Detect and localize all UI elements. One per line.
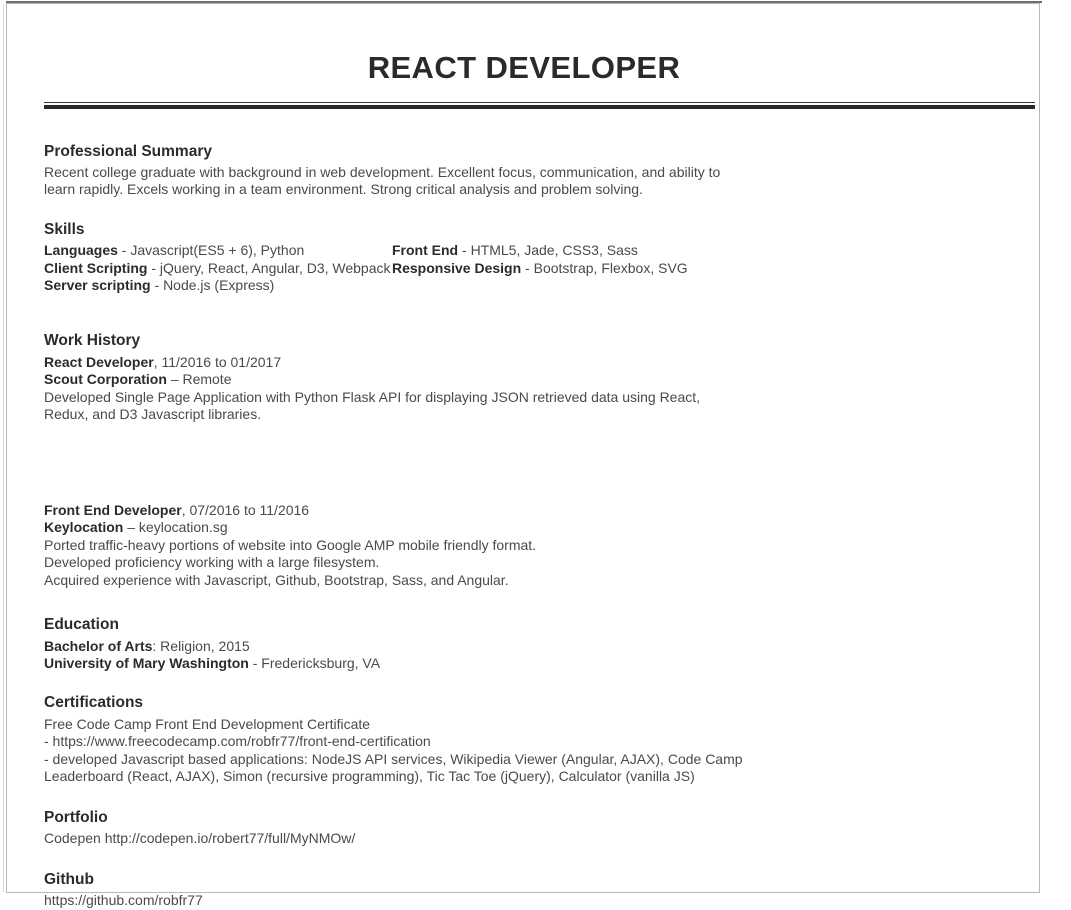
section-skills: Skills Languages - Javascript(ES5 + 6), … xyxy=(44,220,1011,310)
job-company-line: Keylocation – keylocation.sg xyxy=(44,519,1011,537)
title-divider xyxy=(44,101,1035,110)
github-link-text: https://github.com/robfr77 xyxy=(44,892,203,909)
job-description: Developed Single Page Application with P… xyxy=(44,388,701,423)
work-history-spacer xyxy=(44,424,1011,502)
section-heading-education: Education xyxy=(44,616,119,634)
certification-item: Free Code Camp Front End Development Cer… xyxy=(44,715,371,732)
skill-value: Node.js (Express) xyxy=(163,277,275,294)
skill-separator: - xyxy=(117,242,131,259)
skill-value: Bootstrap, Flexbox, SVG xyxy=(533,259,688,276)
education-school-value: - Fredericksburg, VA xyxy=(248,655,381,672)
certifications-list: Free Code Camp Front End Development Cer… xyxy=(44,716,1011,786)
skill-row: Front End - HTML5, Jade, CSS3, Sass xyxy=(392,242,812,260)
job-bullet: Ported traffic-heavy portions of website… xyxy=(44,536,537,553)
resume-content: Professional Summary Recent college grad… xyxy=(7,142,1041,910)
job-company-line: Scout Corporation – Remote xyxy=(44,371,1011,389)
education-degree-line: Bachelor of Arts: Religion, 2015 xyxy=(44,638,1011,656)
job-location: – Remote xyxy=(166,371,232,388)
section-heading-portfolio: Portfolio xyxy=(44,808,108,826)
certification-item: - developed Javascript based application… xyxy=(44,750,743,785)
job-location: – keylocation.sg xyxy=(123,519,228,536)
skill-label: Responsive Design xyxy=(392,259,522,276)
section-github: Github https://github.com/robfr77 xyxy=(44,870,1011,910)
section-portfolio: Portfolio Codepen http://codepen.io/robe… xyxy=(44,808,1011,848)
resume-sheet: REACT DEVELOPER Professional Summary Rec… xyxy=(7,4,1041,908)
skill-separator: - xyxy=(521,259,534,276)
job-role: Front End Developer xyxy=(44,501,182,518)
job-role-line: Front End Developer, 07/2016 to 11/2016 xyxy=(44,502,1011,520)
skill-row: Languages - Javascript(ES5 + 6), Python xyxy=(44,242,394,260)
section-certifications: Certifications Free Code Camp Front End … xyxy=(44,693,1011,786)
skill-value: jQuery, React, Angular, D3, Webpack xyxy=(159,259,391,276)
page-title: REACT DEVELOPER xyxy=(367,50,681,85)
education-degree-label: Bachelor of Arts xyxy=(44,637,153,654)
skill-separator: - xyxy=(458,242,471,259)
certification-item: - https://www.freecodecamp.com/robfr77/f… xyxy=(44,733,431,750)
job-company: Keylocation xyxy=(44,519,124,536)
education-degree-value: : Religion, 2015 xyxy=(152,637,250,654)
section-heading-certifications: Certifications xyxy=(44,693,144,711)
section-heading-professional-summary: Professional Summary xyxy=(44,142,212,160)
skill-row: Server scripting - Node.js (Express) xyxy=(44,277,394,295)
divider-thin-line xyxy=(44,101,1035,103)
job-role-line: React Developer, 11/2016 to 01/2017 xyxy=(44,354,1011,372)
education-school-label: University of Mary Washington xyxy=(44,655,249,672)
work-history-entry: Front End Developer, 07/2016 to 11/2016 … xyxy=(44,502,1011,590)
divider-thick-line xyxy=(44,104,1035,109)
section-professional-summary: Professional Summary Recent college grad… xyxy=(44,142,1011,199)
job-role: React Developer xyxy=(44,353,154,370)
portfolio-link-text: Codepen http://codepen.io/robert77/full/… xyxy=(44,830,356,847)
job-bullet: Developed proficiency working with a lar… xyxy=(44,554,380,571)
skill-row: Client Scripting - jQuery, React, Angula… xyxy=(44,260,394,278)
section-work-history: Work History React Developer, 11/2016 to… xyxy=(44,331,1011,589)
job-company: Scout Corporation xyxy=(44,371,167,388)
skill-separator: - xyxy=(150,277,164,294)
skill-label: Client Scripting xyxy=(44,259,148,276)
skill-value: HTML5, Jade, CSS3, Sass xyxy=(470,242,638,259)
skills-column-left: Languages - Javascript(ES5 + 6), Python … xyxy=(44,242,394,295)
section-heading-work-history: Work History xyxy=(44,332,141,350)
skills-column-right: Front End - HTML5, Jade, CSS3, Sass Resp… xyxy=(392,242,812,277)
section-education: Education Bachelor of Arts: Religion, 20… xyxy=(44,615,1011,672)
skill-label: Front End xyxy=(392,242,459,259)
skill-label: Server scripting xyxy=(44,277,151,294)
work-history-entry: React Developer, 11/2016 to 01/2017 Scou… xyxy=(44,354,1011,424)
skill-label: Languages xyxy=(44,242,118,259)
professional-summary-text: Recent college graduate with background … xyxy=(44,163,721,198)
skill-row: Responsive Design - Bootstrap, Flexbox, … xyxy=(392,260,812,278)
skill-value: Javascript(ES5 + 6), Python xyxy=(130,242,305,259)
resume-page-frame: REACT DEVELOPER Professional Summary Rec… xyxy=(3,1,1042,908)
skill-separator: - xyxy=(147,259,160,276)
section-heading-skills: Skills xyxy=(44,220,85,238)
job-bullet-list: Ported traffic-heavy portions of website… xyxy=(44,537,1011,590)
job-dates: , 07/2016 to 11/2016 xyxy=(181,501,310,518)
skills-columns: Languages - Javascript(ES5 + 6), Python … xyxy=(44,242,1011,310)
job-bullet: Acquired experience with Javascript, Git… xyxy=(44,571,509,588)
section-heading-github: Github xyxy=(44,870,94,888)
education-school-line: University of Mary Washington - Frederic… xyxy=(44,655,1011,673)
job-dates: , 11/2016 to 01/2017 xyxy=(153,353,282,370)
